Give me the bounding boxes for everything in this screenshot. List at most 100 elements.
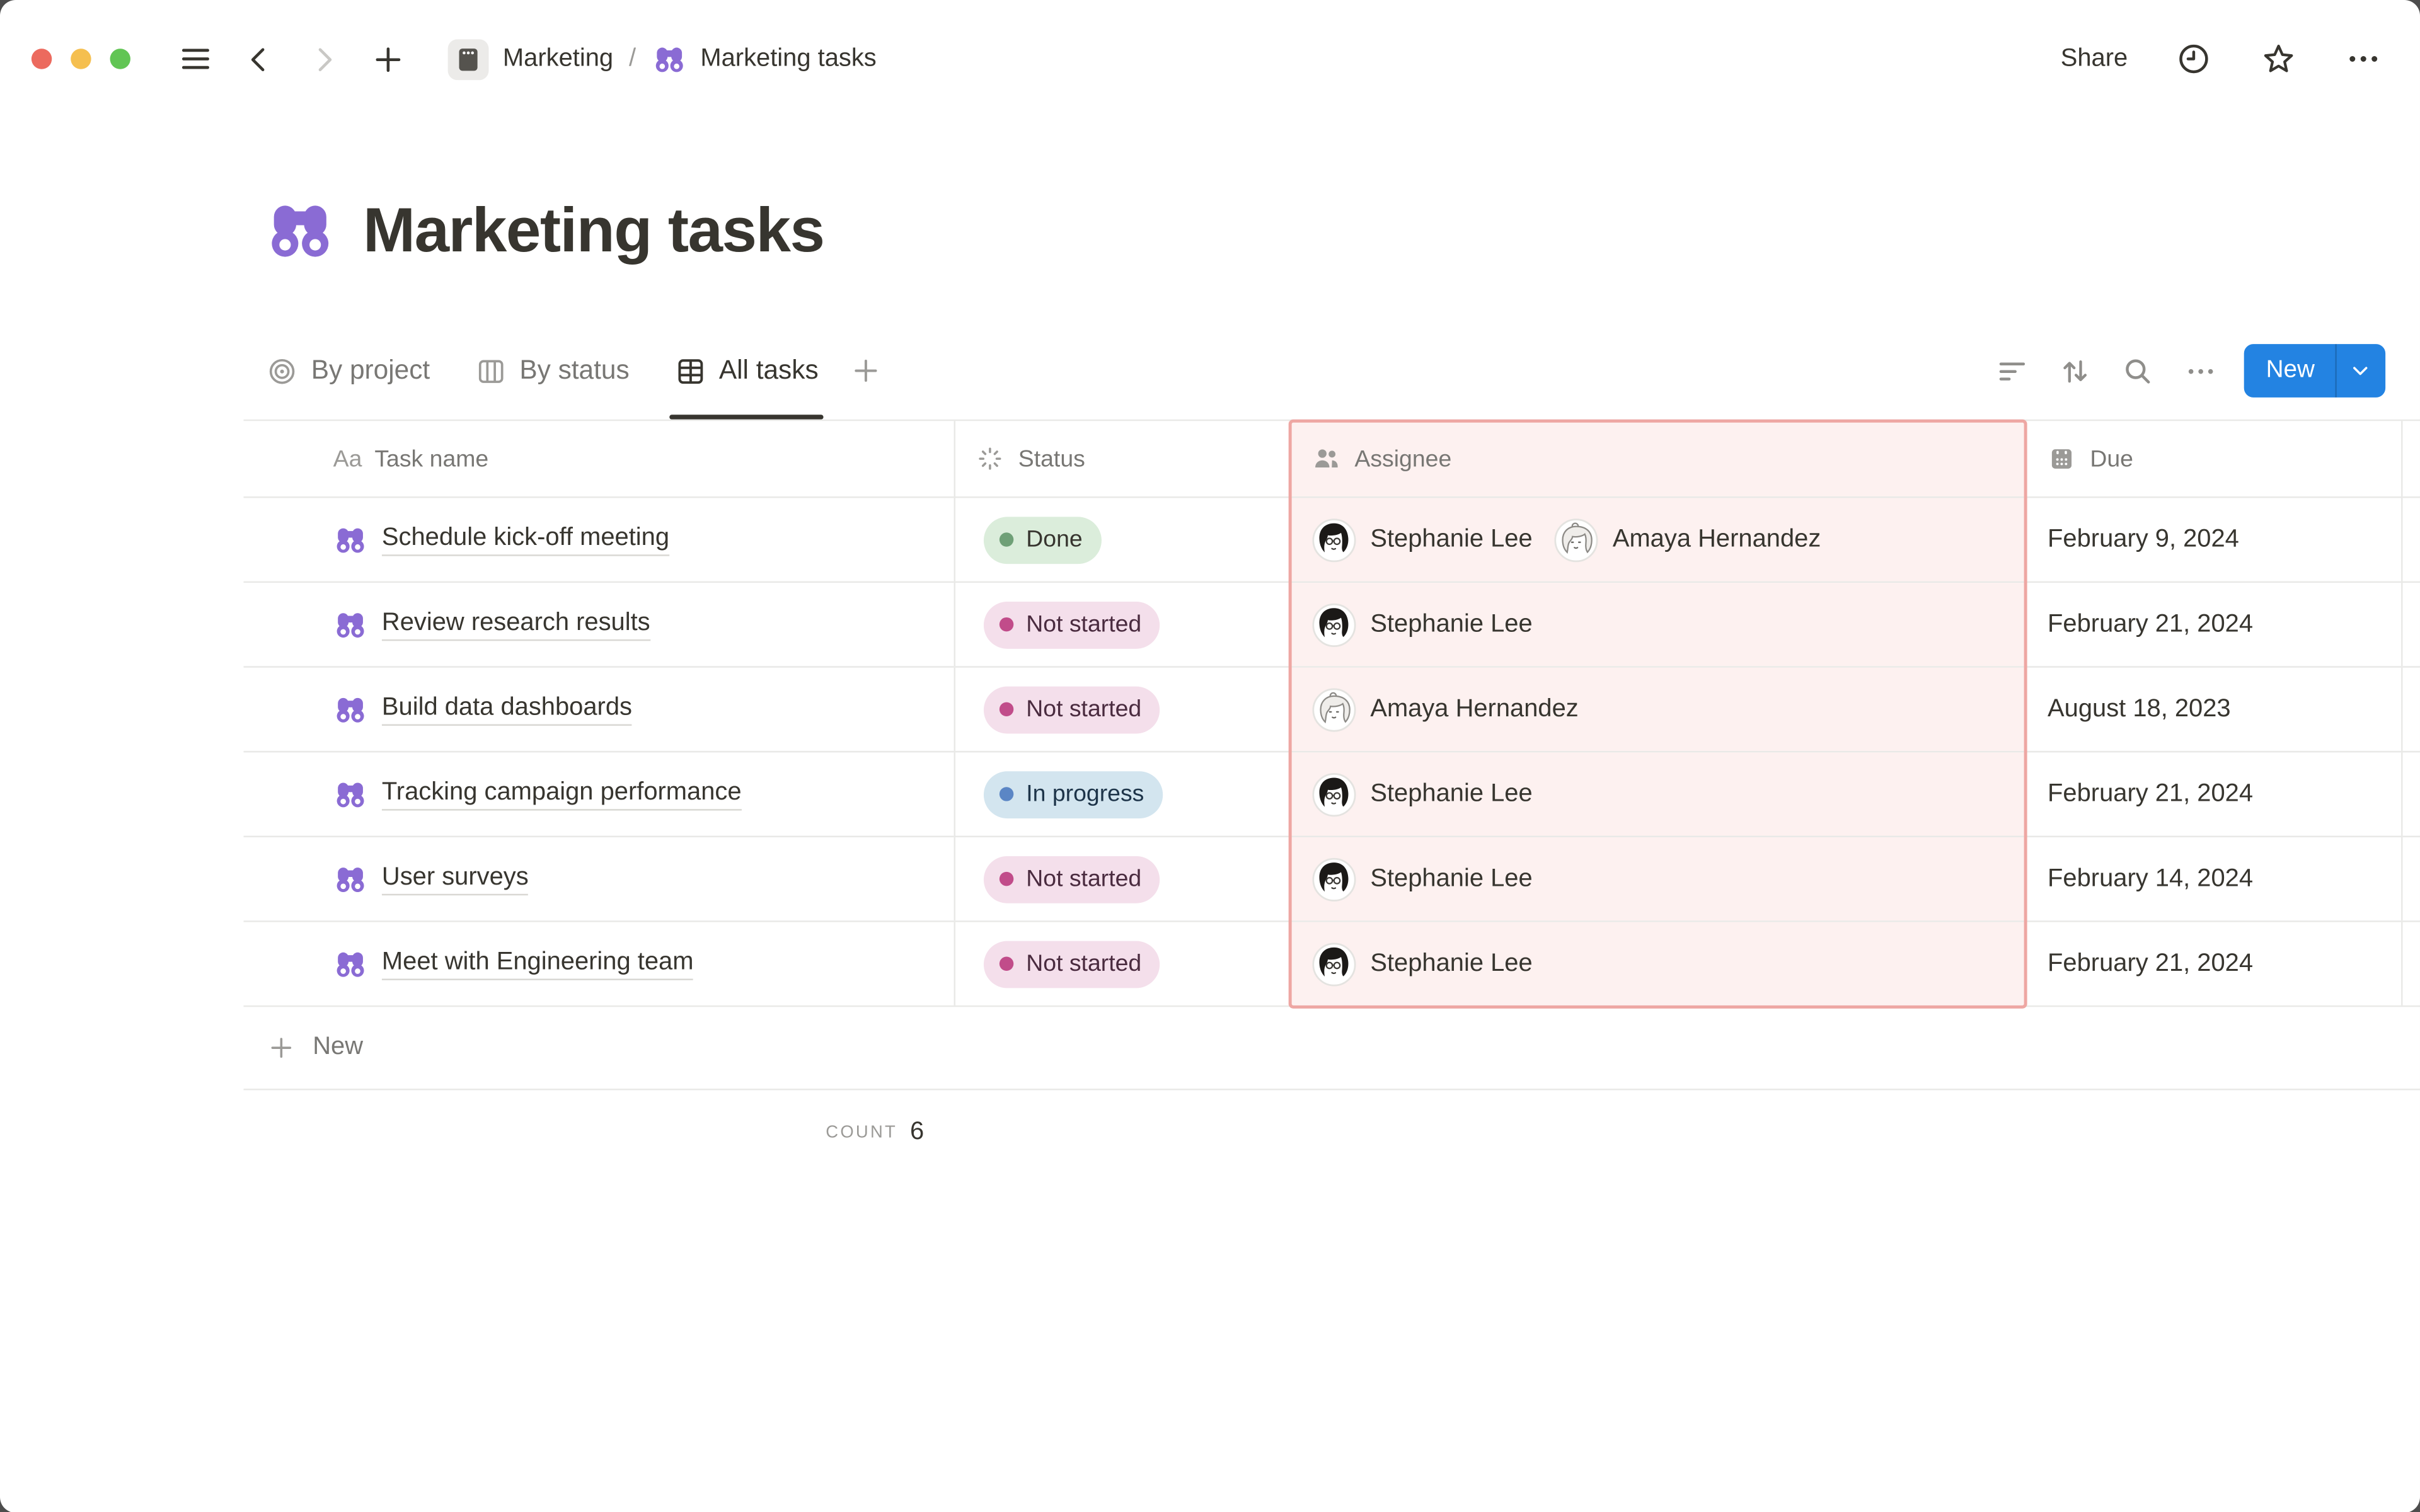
board-columns-icon [474, 354, 507, 387]
task-name-cell[interactable]: Schedule kick-off meeting [243, 498, 955, 581]
close-window-button[interactable] [32, 49, 52, 69]
filter-icon[interactable] [1994, 352, 2032, 390]
count-row[interactable]: COUNT 6 [243, 1090, 955, 1175]
task-title[interactable]: Schedule kick-off meeting [382, 524, 669, 556]
status-dot [1000, 957, 1013, 971]
add-view-icon[interactable] [847, 352, 885, 390]
assignee-cell[interactable]: Stephanie Lee [1289, 922, 2027, 1005]
task-title[interactable]: Build data dashboards [382, 694, 632, 725]
tab-all-tasks[interactable]: All tasks [674, 322, 819, 420]
due-cell[interactable]: February 21, 2024 [2027, 583, 2403, 666]
status-spinner-icon [974, 443, 1006, 474]
task-title[interactable]: Tracking campaign performance [382, 779, 742, 810]
task-name-cell[interactable]: Meet with Engineering team [243, 922, 955, 1005]
text-property-icon: Aa [333, 445, 362, 472]
column-header-status[interactable]: Status [955, 421, 1289, 496]
due-cell[interactable]: August 18, 2023 [2027, 668, 2403, 751]
status-cell[interactable]: In progress [955, 752, 1289, 835]
task-name-cell[interactable]: Review research results [243, 583, 955, 666]
history-clock-icon[interactable] [2175, 40, 2213, 78]
task-name-cell[interactable]: Tracking campaign performance [243, 752, 955, 835]
view-options-icon[interactable] [2182, 352, 2220, 390]
binoculars-icon [333, 777, 368, 811]
task-title[interactable]: Review research results [382, 609, 650, 640]
status-cell[interactable]: Not started [955, 837, 1289, 920]
assignee-chip: Stephanie Lee [1312, 857, 1533, 901]
marketing-board-icon[interactable] [448, 38, 489, 79]
share-button[interactable]: Share [2061, 45, 2128, 73]
column-header-due[interactable]: Due [2027, 421, 2403, 496]
row-filler [2403, 583, 2420, 666]
binoculars-icon [333, 522, 368, 557]
row-filler [2403, 498, 2420, 581]
avatar-stephanie [1312, 518, 1356, 562]
assignee-cell[interactable]: Stephanie Lee [1289, 583, 2027, 666]
status-dot [1000, 532, 1013, 546]
status-cell[interactable]: Not started [955, 583, 1289, 666]
sort-icon[interactable] [2057, 352, 2095, 390]
new-button-label[interactable]: New [2244, 357, 2336, 385]
binoculars-icon [333, 607, 368, 642]
table-row: Review research results Not started Step… [243, 583, 2419, 668]
due-cell[interactable]: February 9, 2024 [2027, 498, 2403, 581]
new-row-button[interactable]: New [243, 1007, 2419, 1090]
new-button[interactable]: New [2244, 344, 2385, 398]
assignee-name: Amaya Hernandez [1370, 695, 1578, 723]
due-cell[interactable]: February 21, 2024 [2027, 752, 2403, 835]
table-row: User surveys Not started Stephanie Lee F… [243, 837, 2419, 922]
status-badge: In progress [984, 770, 1163, 818]
new-tab-icon[interactable] [369, 40, 407, 78]
due-cell[interactable]: February 21, 2024 [2027, 922, 2403, 1005]
favorite-star-icon[interactable] [2260, 40, 2298, 78]
task-title[interactable]: Meet with Engineering team [382, 948, 694, 980]
breadcrumb-root[interactable]: Marketing [503, 45, 613, 73]
status-dot [1000, 617, 1013, 631]
task-name-cell[interactable]: User surveys [243, 837, 955, 920]
status-cell[interactable]: Not started [955, 668, 1289, 751]
breadcrumb-current[interactable]: Marketing tasks [700, 45, 876, 73]
status-badge: Not started [984, 685, 1160, 733]
assignee-chip: Stephanie Lee [1312, 772, 1533, 816]
back-icon[interactable] [241, 40, 279, 78]
status-cell[interactable]: Not started [955, 922, 1289, 1005]
task-name-cell[interactable]: Build data dashboards [243, 668, 955, 751]
tasks-table: Aa Task name Status Assignee Due [243, 420, 2419, 1175]
more-options-icon[interactable] [2344, 40, 2382, 78]
assignee-chip: Amaya Hernandez [1555, 518, 1821, 562]
tab-by-status[interactable]: By status [474, 322, 630, 420]
sidebar-menu-icon[interactable] [176, 40, 214, 78]
column-header-task-name[interactable]: Aa Task name [243, 421, 955, 496]
minimize-window-button[interactable] [71, 49, 91, 69]
count-label: COUNT [826, 1123, 897, 1142]
avatar-stephanie [1312, 602, 1356, 646]
assignee-cell[interactable]: Amaya Hernandez [1289, 668, 2027, 751]
page-binoculars-icon[interactable] [264, 195, 337, 267]
assignee-name: Stephanie Lee [1370, 525, 1532, 554]
assignee-cell[interactable]: Stephanie Lee Amaya Hernandez [1289, 498, 2027, 581]
assignee-name: Stephanie Lee [1370, 780, 1532, 808]
header-filler [2403, 421, 2420, 496]
avatar-stephanie [1312, 857, 1356, 901]
column-header-assignee[interactable]: Assignee [1289, 421, 2027, 496]
table-row: Build data dashboards Not started Amaya … [243, 668, 2419, 753]
assignee-chip: Stephanie Lee [1312, 942, 1533, 986]
traffic-lights [32, 49, 130, 69]
plus-icon [267, 1034, 296, 1062]
due-cell[interactable]: February 14, 2024 [2027, 837, 2403, 920]
zoom-window-button[interactable] [110, 49, 130, 69]
screen: Marketing / Marketing tasks Share Mar [0, 0, 2420, 1512]
page-title[interactable]: Marketing tasks [363, 195, 824, 266]
search-icon[interactable] [2120, 352, 2158, 390]
row-filler [2403, 837, 2420, 920]
assignee-cell[interactable]: Stephanie Lee [1289, 837, 2027, 920]
binoculars-icon [652, 42, 686, 76]
forward-icon[interactable] [305, 40, 343, 78]
table-row: Schedule kick-off meeting Done Stephanie… [243, 498, 2419, 583]
binoculars-icon [333, 862, 368, 896]
task-title[interactable]: User surveys [382, 863, 529, 895]
tab-by-project[interactable]: By project [265, 322, 430, 420]
chevron-down-icon[interactable] [2337, 360, 2385, 382]
assignee-chip: Amaya Hernandez [1312, 687, 1579, 731]
assignee-cell[interactable]: Stephanie Lee [1289, 752, 2027, 835]
status-cell[interactable]: Done [955, 498, 1289, 581]
